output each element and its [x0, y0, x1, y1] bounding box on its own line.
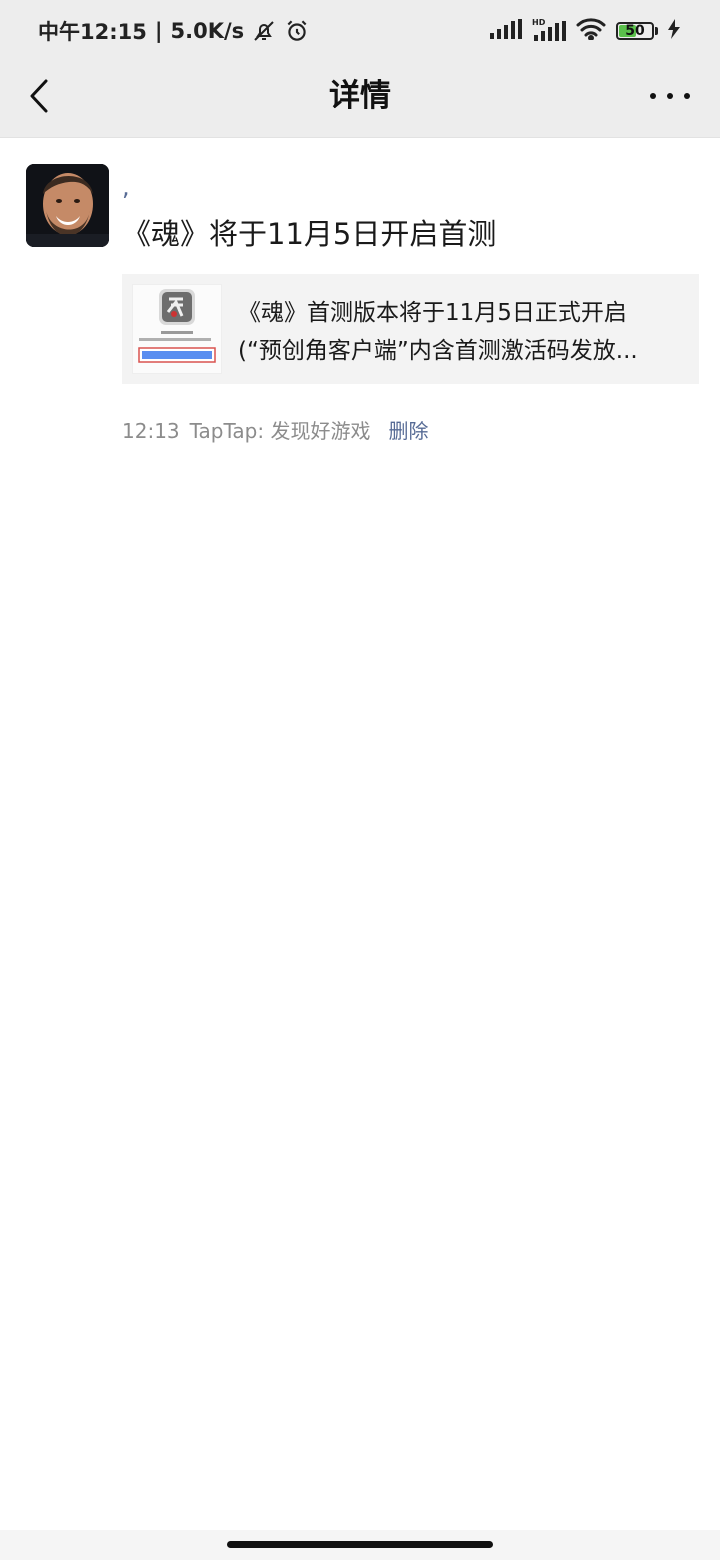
bell-off-icon: [252, 19, 276, 43]
page-title: 详情: [329, 78, 391, 114]
link-thumbnail: [132, 284, 222, 374]
battery-icon: 50: [616, 22, 654, 40]
wifi-icon: [576, 18, 606, 44]
alarm-icon: [284, 18, 310, 44]
link-card[interactable]: 《魂》首测版本将于11月5日正式开启 (“预创角客户端”内含首测激活码发放...: [122, 274, 699, 384]
author-name[interactable]: ,: [122, 172, 130, 202]
post-meta: 12:13 TapTap: 发现好游戏 删除: [122, 416, 428, 446]
svg-text:HD: HD: [532, 18, 546, 27]
link-subtitle: (“预创角客户端”内含首测激活码发放...: [238, 338, 638, 364]
status-right: HD 50: [490, 17, 680, 45]
more-dots-icon: [650, 93, 656, 99]
signal-icon: [490, 19, 522, 43]
home-indicator[interactable]: [227, 1541, 493, 1548]
nav-bar: 详情: [0, 62, 720, 138]
post-time: 12:13: [122, 419, 180, 443]
status-bar: 中午12:15 | 5.0K/s HD 50: [0, 0, 720, 62]
status-time: 中午12:15: [38, 20, 147, 44]
network-speed: 5.0K/s: [170, 19, 245, 43]
battery-tip: [655, 27, 658, 35]
post-text: 《魂》将于11月5日开启首测: [122, 217, 497, 251]
link-title: 《魂》首测版本将于11月5日正式开启: [238, 300, 627, 326]
link-text: 《魂》首测版本将于11月5日正式开启 (“预创角客户端”内含首测激活码发放...: [238, 294, 690, 370]
status-separator: |: [154, 19, 163, 43]
avatar[interactable]: [26, 164, 109, 247]
hd-signal-icon: HD: [532, 17, 566, 45]
delete-button[interactable]: 删除: [388, 419, 428, 443]
more-button[interactable]: [650, 86, 690, 106]
post-source[interactable]: TapTap: 发现好游戏: [190, 419, 371, 443]
charging-icon: [668, 19, 680, 43]
status-left: 中午12:15 | 5.0K/s: [38, 16, 310, 46]
battery-level: 50: [625, 23, 645, 39]
